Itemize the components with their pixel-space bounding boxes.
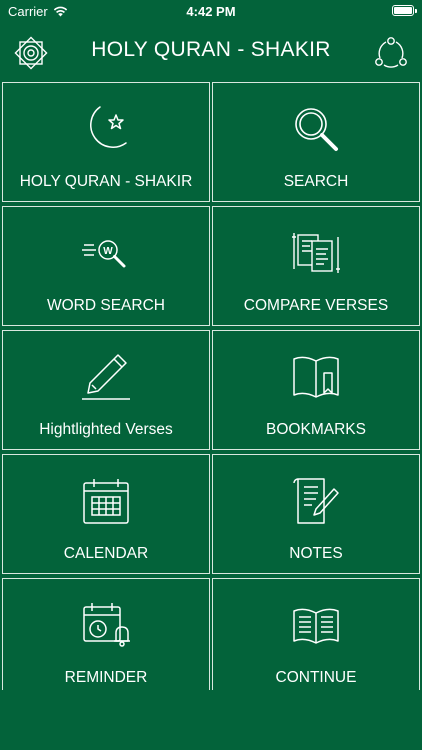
tile-label: Hightlighted Verses xyxy=(39,421,173,438)
tile-notes[interactable]: NOTES xyxy=(212,454,420,574)
open-book-icon xyxy=(213,597,419,653)
notes-pen-icon xyxy=(213,473,419,529)
tile-label: CONTINUE xyxy=(275,669,357,686)
tile-reminder[interactable]: REMINDER xyxy=(2,578,210,690)
navigation-bar: HOLY QURAN - SHAKIR xyxy=(0,24,422,80)
tile-label: CALENDAR xyxy=(63,545,149,562)
tile-holy-quran[interactable]: HOLY QURAN - SHAKIR xyxy=(2,82,210,202)
share-icon[interactable] xyxy=(372,34,410,72)
reminder-clock-bell-icon xyxy=(3,597,209,653)
settings-gear-icon[interactable] xyxy=(12,34,50,72)
magnifier-icon xyxy=(213,101,419,157)
tile-highlighted-verses[interactable]: Hightlighted Verses xyxy=(2,330,210,450)
tile-word-search[interactable]: W WORD SEARCH xyxy=(2,206,210,326)
tile-label: WORD SEARCH xyxy=(47,297,165,314)
bookmark-book-icon xyxy=(213,349,419,405)
battery-icon xyxy=(392,5,417,16)
tile-label: NOTES xyxy=(289,545,343,562)
word-search-icon: W xyxy=(3,225,209,281)
crescent-star-icon xyxy=(3,101,209,157)
tile-continue[interactable]: CONTINUE xyxy=(212,578,420,690)
tile-label: REMINDER xyxy=(64,669,148,686)
status-time: 4:42 PM xyxy=(186,4,236,19)
tile-calendar[interactable]: CALENDAR xyxy=(2,454,210,574)
tile-label: COMPARE VERSES xyxy=(243,297,389,314)
highlighter-pen-icon xyxy=(3,349,209,405)
page-title: HOLY QURAN - SHAKIR xyxy=(91,38,331,61)
tile-label: SEARCH xyxy=(283,173,349,190)
tile-bookmarks[interactable]: BOOKMARKS xyxy=(212,330,420,450)
menu-grid: HOLY QURAN - SHAKIR SEARCH W WORD SEARCH xyxy=(0,82,422,690)
svg-text:W: W xyxy=(103,246,113,257)
status-bar: Carrier 4:42 PM xyxy=(0,0,422,24)
tile-compare-verses[interactable]: COMPARE VERSES xyxy=(212,206,420,326)
tile-search[interactable]: SEARCH xyxy=(212,82,420,202)
tile-label: BOOKMARKS xyxy=(266,421,366,438)
tile-label: HOLY QURAN - SHAKIR xyxy=(19,173,193,190)
compare-documents-icon xyxy=(213,225,419,281)
calendar-icon xyxy=(3,473,209,529)
